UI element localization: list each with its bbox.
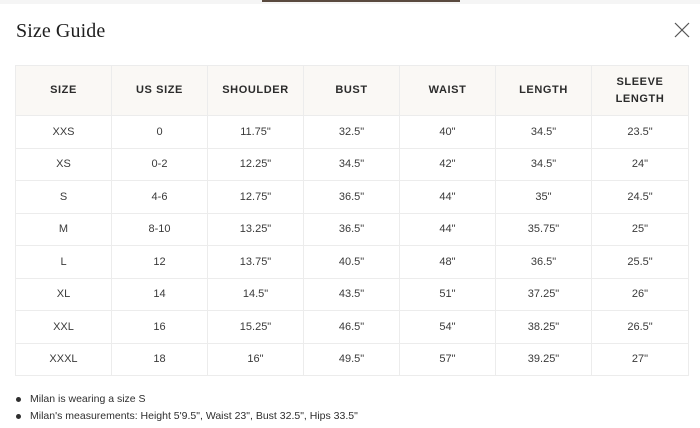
table-cell: XXL: [15, 310, 112, 344]
size-guide-table: SIZE US SIZE SHOULDER BUST WAIST LENGTH SLEEVE…: [15, 65, 689, 376]
table-cell: 8-10: [111, 212, 208, 246]
bullet-icon: [16, 397, 21, 402]
column-header: LENGTH: [495, 65, 592, 116]
table-cell: 0: [111, 115, 208, 149]
table-cell: 34.5": [495, 115, 592, 149]
table-cell: 11.75": [207, 115, 304, 149]
table-cell: 13.25": [207, 212, 304, 246]
model-notes-list: Milan is wearing a size S Milan's measure…: [16, 392, 358, 426]
table-row: XL 14 14.5" 43.5" 51" 37.25" 26": [15, 277, 689, 311]
table-cell: 14: [111, 277, 208, 311]
table-cell: 15.25": [207, 310, 304, 344]
close-button[interactable]: [672, 20, 692, 40]
table-cell: 36.5": [303, 212, 400, 246]
table-cell: 4-6: [111, 180, 208, 214]
table-cell: XXS: [15, 115, 112, 149]
table-cell: 12.75": [207, 180, 304, 214]
note-text: Milan's measurements: Height 5'9.5", Wai…: [30, 410, 358, 422]
table-row: XXS 0 11.75" 32.5" 40" 34.5" 23.5": [15, 115, 689, 149]
table-row: XS 0-2 12.25" 34.5" 42" 34.5" 24": [15, 147, 689, 181]
column-header: US SIZE: [111, 65, 208, 116]
table-cell: 13.75": [207, 245, 304, 279]
note-item: Milan is wearing a size S: [16, 392, 358, 409]
table-cell: 46.5": [303, 310, 400, 344]
table-cell: 37.25": [495, 277, 592, 311]
table-row: L 12 13.75" 40.5" 48" 36.5" 25.5": [15, 245, 689, 279]
table-cell: XL: [15, 277, 112, 311]
table-cell: 34.5": [303, 147, 400, 181]
column-header: WAIST: [399, 65, 496, 116]
table-cell: 43.5": [303, 277, 400, 311]
table-cell: M: [15, 212, 112, 246]
modal-title: Size Guide: [16, 20, 106, 42]
column-header: BUST: [303, 65, 400, 116]
table-cell: XXXL: [15, 342, 112, 376]
table-cell: 51": [399, 277, 496, 311]
column-header-label: SHOULDER: [222, 84, 289, 96]
column-header-label: BUST: [335, 84, 368, 96]
table-cell: 23.5": [591, 115, 689, 149]
table-cell: 26.5": [591, 310, 689, 344]
column-header-label: WAIST: [428, 84, 467, 96]
column-header-label: US SIZE: [136, 84, 183, 96]
note-text: Milan is wearing a size S: [30, 393, 146, 405]
table-cell: 38.25": [495, 310, 592, 344]
table-cell: 24.5": [591, 180, 689, 214]
table-cell: 44": [399, 180, 496, 214]
table-cell: 27": [591, 342, 689, 376]
table-cell: 48": [399, 245, 496, 279]
table-cell: 40.5": [303, 245, 400, 279]
table-cell: 24": [591, 147, 689, 181]
table-cell: 26": [591, 277, 689, 311]
table-cell: 57": [399, 342, 496, 376]
table-cell: XS: [15, 147, 112, 181]
column-header-label: LENGTH: [615, 92, 665, 105]
table-cell: 34.5": [495, 147, 592, 181]
table-cell: 40": [399, 115, 496, 149]
table-row: M 8-10 13.25" 36.5" 44" 35.75" 25": [15, 212, 689, 246]
table-row: S 4-6 12.75" 36.5" 44" 35" 24.5": [15, 180, 689, 214]
note-item: Milan's measurements: Height 5'9.5", Wai…: [16, 409, 358, 426]
column-header-label: SIZE: [50, 84, 77, 96]
table-cell: 44": [399, 212, 496, 246]
table-cell: 32.5": [303, 115, 400, 149]
table-cell: 25.5": [591, 245, 689, 279]
column-header-label: SLEEVE: [616, 75, 664, 88]
table-cell: 14.5": [207, 277, 304, 311]
table-cell: 36.5": [495, 245, 592, 279]
size-guide-modal: Size Guide SIZE US SIZE SHOULDER BUST WAIST L…: [0, 0, 700, 428]
table-header-row: SIZE US SIZE SHOULDER BUST WAIST LENGTH SLEEVE…: [15, 65, 689, 116]
table-row: XXL 16 15.25" 46.5" 54" 38.25" 26.5": [15, 310, 689, 344]
table-cell: 39.25": [495, 342, 592, 376]
table-cell: S: [15, 180, 112, 214]
column-header: SHOULDER: [207, 65, 304, 116]
table-cell: 25": [591, 212, 689, 246]
table-cell: 35.75": [495, 212, 592, 246]
table-body: XXS 0 11.75" 32.5" 40" 34.5" 23.5" XS 0-2 12.25" 3…: [15, 115, 689, 376]
column-header: SIZE: [15, 65, 112, 116]
table-cell: 42": [399, 147, 496, 181]
table-cell: 16: [111, 310, 208, 344]
table-cell: 12.25": [207, 147, 304, 181]
table-cell: 49.5": [303, 342, 400, 376]
table-row: XXXL 18 16" 49.5" 57" 39.25" 27": [15, 342, 689, 376]
bullet-icon: [16, 414, 21, 419]
table-cell: 35": [495, 180, 592, 214]
column-header: SLEEVE LENGTH: [591, 65, 689, 116]
table-cell: 54": [399, 310, 496, 344]
column-header-label: LENGTH: [519, 84, 568, 96]
table-cell: 18: [111, 342, 208, 376]
table-cell: 16": [207, 342, 304, 376]
table-cell: 0-2: [111, 147, 208, 181]
table-cell: L: [15, 245, 112, 279]
table-cell: 36.5": [303, 180, 400, 214]
close-icon: [674, 22, 690, 38]
table-cell: 12: [111, 245, 208, 279]
